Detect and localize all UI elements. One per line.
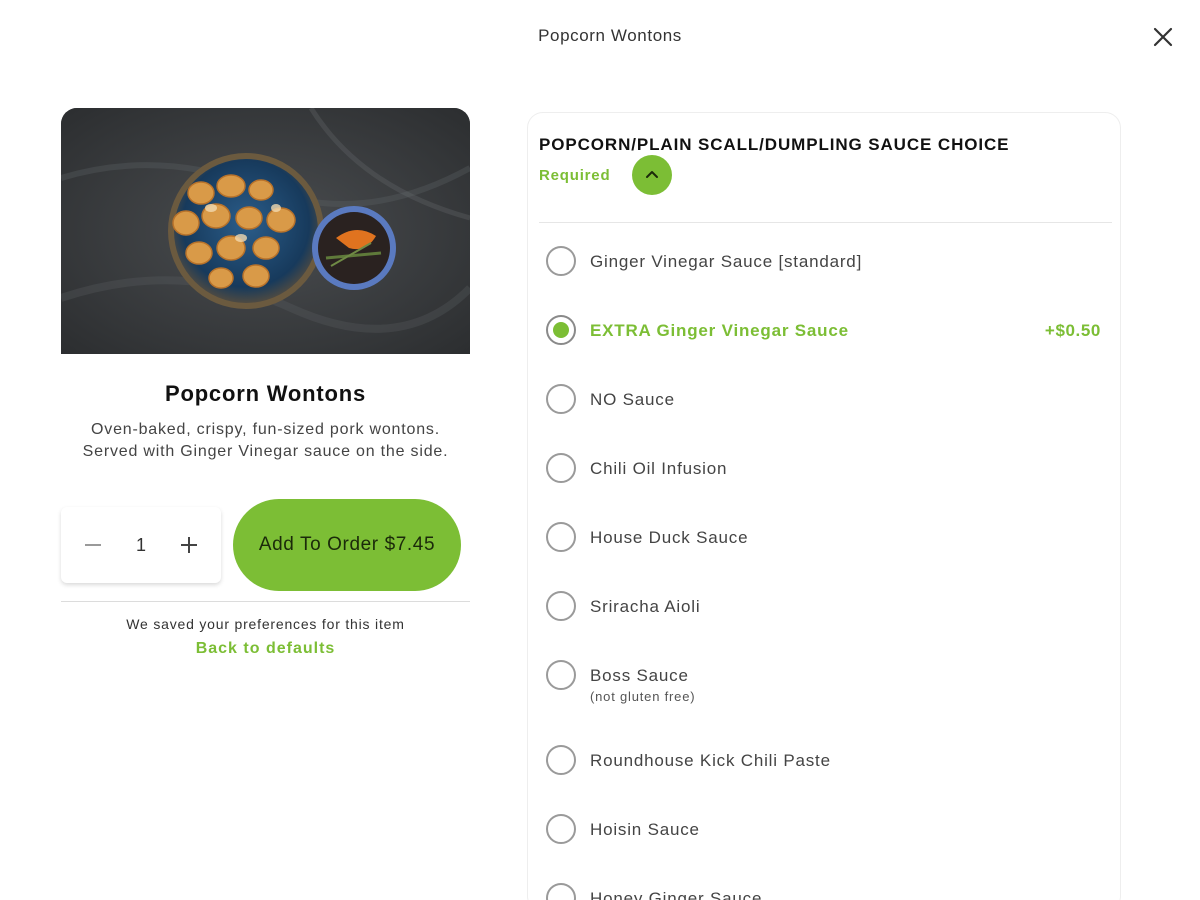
option-label: Roundhouse Kick Chili Paste: [590, 751, 831, 770]
back-to-defaults-link[interactable]: Back to defaults: [61, 640, 470, 658]
divider: [61, 601, 470, 602]
chevron-up-icon: [646, 171, 658, 178]
option-hoisin-sauce[interactable]: Hoisin Sauce: [546, 811, 1106, 851]
radio-button[interactable]: [546, 591, 576, 621]
option-sublabel: (not gluten free): [590, 689, 696, 704]
option-label: NO Sauce: [590, 390, 675, 409]
radio-button[interactable]: [546, 814, 576, 844]
order-controls: 1 Add To Order $7.45: [61, 499, 470, 591]
option-no-sauce[interactable]: NO Sauce: [546, 381, 1106, 421]
radio-button[interactable]: [546, 453, 576, 483]
radio-button[interactable]: [546, 883, 576, 900]
collapse-group-button[interactable]: [632, 155, 672, 195]
option-label: House Duck Sauce: [590, 528, 749, 547]
radio-button[interactable]: [546, 745, 576, 775]
item-summary: Popcorn Wontons Oven-baked, crispy, fun-…: [61, 108, 470, 658]
options-panel: POPCORN/PLAIN SCALL/DUMPLING SAUCE CHOIC…: [527, 112, 1121, 900]
option-extra-ginger-vinegar-sauce[interactable]: EXTRA Ginger Vinegar Sauce +$0.50: [546, 312, 1106, 352]
option-label: Chili Oil Infusion: [590, 459, 728, 478]
radio-button[interactable]: [546, 522, 576, 552]
decrement-button[interactable]: [81, 533, 105, 557]
option-ginger-vinegar-sauce[interactable]: Ginger Vinegar Sauce [standard]: [546, 243, 1106, 283]
option-sriracha-aioli[interactable]: Sriracha Aioli: [546, 588, 1106, 628]
radio-button[interactable]: [546, 660, 576, 690]
close-button[interactable]: [1148, 22, 1178, 52]
radio-button-selected[interactable]: [546, 315, 576, 345]
item-name: Popcorn Wontons: [164, 381, 367, 406]
minus-icon: [85, 544, 101, 546]
option-roundhouse-kick-chili-paste[interactable]: Roundhouse Kick Chili Paste: [546, 742, 1106, 782]
option-label: Hoisin Sauce: [590, 820, 700, 839]
option-label: Honey Ginger Sauce: [590, 889, 763, 900]
option-house-duck-sauce[interactable]: House Duck Sauce: [546, 519, 1106, 559]
add-to-order-button[interactable]: Add To Order $7.45: [233, 499, 461, 591]
radio-button[interactable]: [546, 246, 576, 276]
radio-button[interactable]: [546, 384, 576, 414]
quantity-stepper: 1: [61, 507, 221, 583]
item-detail-modal: Popcorn Wontons Popcorn Wontons Oven-bak…: [0, 0, 1200, 900]
required-label: Required: [539, 167, 611, 184]
divider: [539, 222, 1112, 223]
modal-title: Popcorn Wontons: [538, 26, 682, 45]
option-label: Ginger Vinegar Sauce [standard]: [590, 252, 863, 271]
increment-button[interactable]: [177, 533, 201, 557]
plus-icon: [180, 537, 197, 553]
saved-preferences-note: We saved your preferences for this item: [126, 616, 405, 632]
quantity-value: 1: [135, 534, 146, 555]
option-label: EXTRA Ginger Vinegar Sauce: [590, 321, 849, 340]
item-photo: [61, 108, 470, 354]
food-photo: [61, 108, 470, 354]
option-group-title: POPCORN/PLAIN SCALL/DUMPLING SAUCE CHOIC…: [539, 135, 1010, 154]
option-price: +$0.50: [1044, 321, 1101, 340]
option-boss-sauce[interactable]: Boss Sauce (not gluten free): [546, 657, 1106, 713]
close-icon: [1153, 27, 1173, 47]
option-label: Boss Sauce: [590, 666, 689, 685]
option-honey-ginger-sauce[interactable]: Honey Ginger Sauce: [546, 880, 1106, 900]
option-label: Sriracha Aioli: [590, 597, 701, 616]
item-description: Oven-baked, crispy, fun-sized pork wonto…: [82, 421, 449, 460]
option-chili-oil-infusion[interactable]: Chili Oil Infusion: [546, 450, 1106, 490]
